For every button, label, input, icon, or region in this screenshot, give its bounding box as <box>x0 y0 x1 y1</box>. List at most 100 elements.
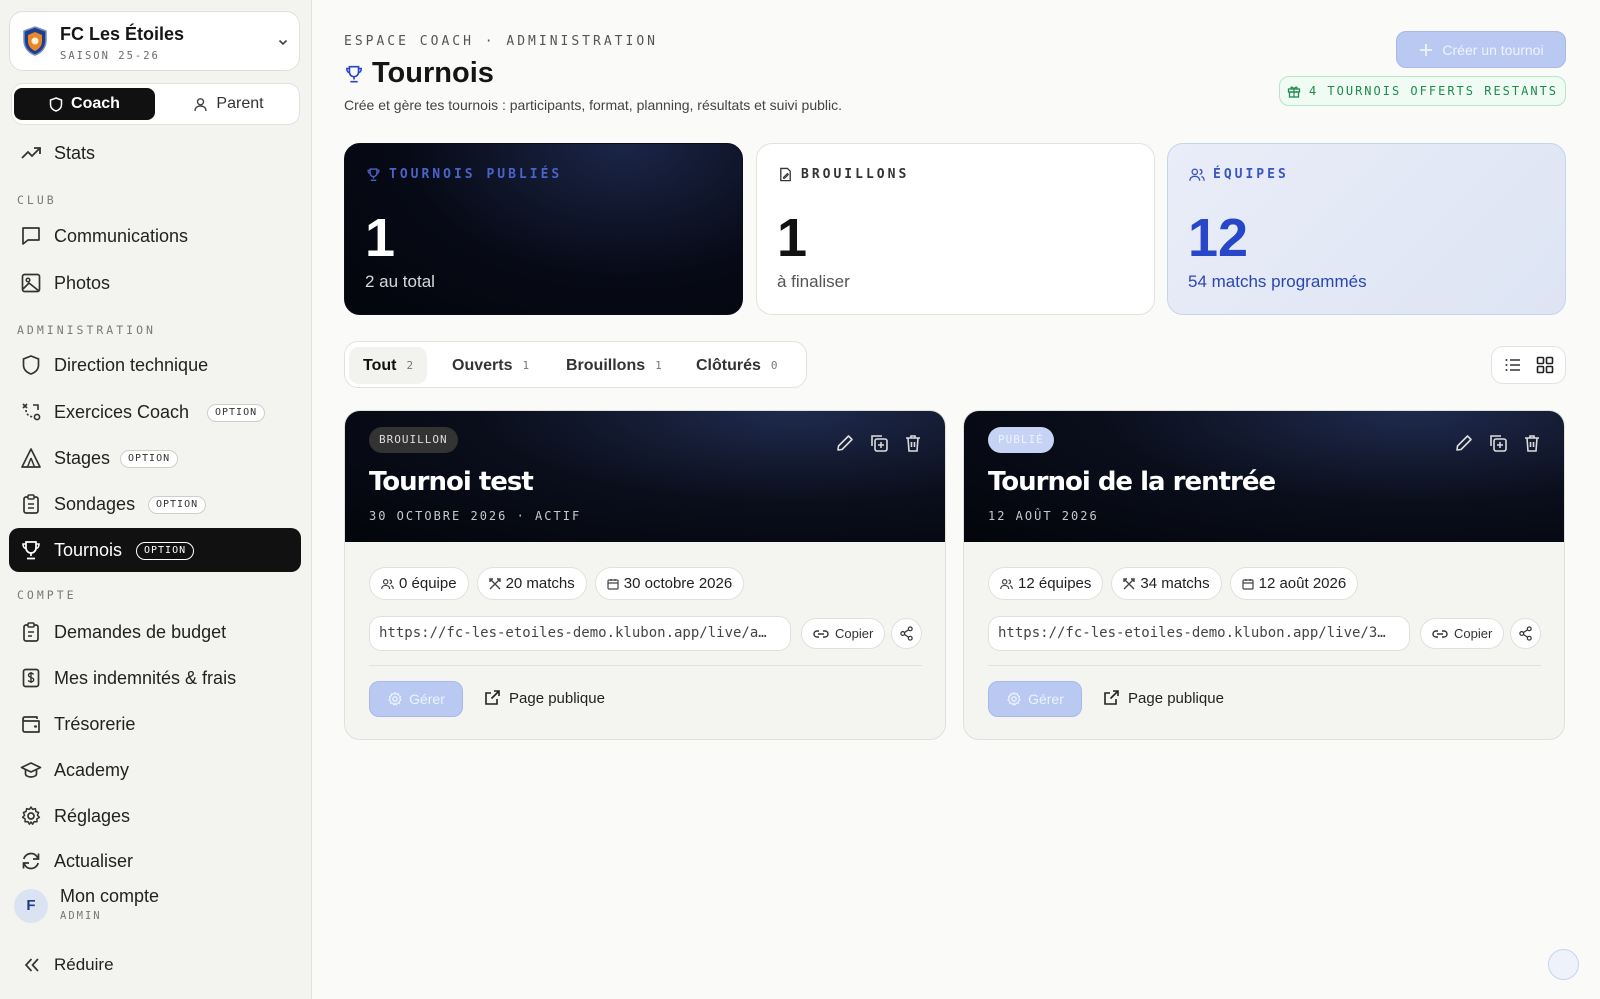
stat-label: ÉQUIPES <box>1213 167 1289 182</box>
sidebar-item-label: Photos <box>54 273 111 293</box>
external-link-icon <box>483 689 501 707</box>
club-crest-icon <box>22 26 48 56</box>
mode-coach-button[interactable]: Coach <box>14 88 155 120</box>
swords-icon <box>1123 577 1136 590</box>
share-button[interactable] <box>891 618 922 649</box>
sidebar-item-label: Direction technique <box>54 355 209 375</box>
share-button[interactable] <box>1510 618 1541 649</box>
gear-icon <box>387 691 403 707</box>
chevron-down-icon <box>277 36 289 48</box>
tab-tout[interactable]: Tout 2 <box>349 347 428 384</box>
section-label-administration: ADMINISTRATION <box>17 323 156 337</box>
tab-label: Brouillons <box>566 356 646 374</box>
stat-value: 12 <box>1188 208 1249 268</box>
refresh-icon <box>20 850 42 872</box>
sidebar-item-communications[interactable]: Communications <box>9 214 301 258</box>
sidebar-item-photos[interactable]: Photos <box>9 261 301 305</box>
view-toggle <box>1491 346 1566 384</box>
sidebar-item-demandes-budget[interactable]: Demandes de budget <box>9 610 301 654</box>
calendar-icon <box>1242 578 1254 590</box>
grid-view-icon[interactable] <box>1536 356 1554 374</box>
stat-sub: 2 au total <box>365 272 435 291</box>
mode-switch: Coach Parent <box>11 83 300 125</box>
wallet-icon <box>20 713 42 735</box>
tab-brouillons[interactable]: Brouillons 1 <box>552 347 676 384</box>
users-icon <box>381 578 394 590</box>
trash-icon[interactable] <box>1522 433 1542 453</box>
section-label-club: CLUB <box>17 193 57 207</box>
sidebar-item-stats[interactable]: Stats <box>9 131 301 175</box>
app-root: FC Les Étoiles SAISON 25-26 Coach Parent… <box>0 0 1600 999</box>
manage-button[interactable]: Gérer <box>988 681 1082 717</box>
mode-coach-label: Coach <box>71 95 120 112</box>
tournament-date: 30 octobre 2026 <box>623 575 733 592</box>
stat-sub: 54 matchs programmés <box>1188 272 1367 291</box>
public-page-link[interactable]: Page publique <box>483 689 605 707</box>
tournament-title: Tournoi de la rentrée <box>988 467 1276 497</box>
shield-icon <box>49 96 63 112</box>
mode-parent-button[interactable]: Parent <box>158 88 299 120</box>
copy-link-button[interactable]: Copier <box>801 618 886 649</box>
external-link-icon <box>1102 689 1120 707</box>
option-badge: OPTION <box>148 496 207 514</box>
date-pill: 30 octobre 2026 <box>594 567 745 600</box>
graduation-cap-icon <box>20 759 42 781</box>
teams-pill: 12 équipes <box>988 567 1104 600</box>
card-header: BROUILLON Tournoi test 30 OCTOBRE 2026 ·… <box>345 411 945 542</box>
stat-card-teams: ÉQUIPES 12 54 matchs programmés <box>1167 143 1566 315</box>
offers-badge: 4 TOURNOIS OFFERTS RESTANTS <box>1279 76 1566 106</box>
tournament-date-line: 30 OCTOBRE 2026 · ACTIF <box>369 509 582 523</box>
sidebar-item-label: Réglages <box>54 806 131 826</box>
sidebar-item-tournois[interactable]: Tournois OPTION <box>9 528 301 572</box>
duplicate-icon[interactable] <box>1488 433 1508 453</box>
manage-button[interactable]: Gérer <box>369 681 463 717</box>
link-icon <box>1432 629 1448 639</box>
sidebar-item-label: Communications <box>54 226 189 246</box>
sidebar-item-label: Sondages <box>54 494 136 514</box>
status-badge: PUBLIÉ <box>988 427 1054 453</box>
calendar-icon <box>607 578 619 590</box>
tab-clotures[interactable]: Clôturés 0 <box>682 347 792 384</box>
edit-icon[interactable] <box>835 433 855 453</box>
date-pill: 12 août 2026 <box>1229 567 1359 600</box>
public-page-link[interactable]: Page publique <box>1102 689 1224 707</box>
sidebar-item-academy[interactable]: Academy <box>9 748 301 792</box>
list-view-icon[interactable] <box>1504 356 1522 374</box>
clipboard-icon <box>20 621 42 643</box>
sidebar-item-label: Demandes de budget <box>54 622 227 642</box>
club-name: FC Les Étoiles <box>60 24 185 44</box>
user-icon <box>193 97 208 112</box>
tab-ouverts[interactable]: Ouverts 1 <box>438 347 543 384</box>
gift-icon <box>1287 84 1301 98</box>
sidebar-item-sondages[interactable]: Sondages OPTION <box>9 482 301 526</box>
teams-count: 12 équipes <box>1018 575 1092 592</box>
sidebar-item-direction-technique[interactable]: Direction technique <box>9 343 301 387</box>
manage-label: Gérer <box>409 691 445 707</box>
trophy-icon <box>344 64 364 84</box>
trash-icon[interactable] <box>903 433 923 453</box>
sidebar-item-reglages[interactable]: Réglages <box>9 794 301 838</box>
image-icon <box>20 272 42 294</box>
club-switcher[interactable]: FC Les Étoiles SAISON 25-26 <box>9 11 300 71</box>
stat-header: ÉQUIPES <box>1189 167 1289 182</box>
sidebar-item-actualiser[interactable]: Actualiser <box>9 839 301 883</box>
page-title-row: Tournois <box>344 57 494 90</box>
sidebar-item-exercices-coach[interactable]: Exercices Coach OPTION <box>9 390 301 434</box>
edit-icon[interactable] <box>1454 433 1474 453</box>
card-actions <box>835 433 923 453</box>
duplicate-icon[interactable] <box>869 433 889 453</box>
public-url-field[interactable]: https://fc-les-etoiles-demo.klubon.app/l… <box>988 616 1410 651</box>
collapse-sidebar-button[interactable]: Réduire <box>9 947 301 983</box>
help-bubble-button[interactable] <box>1548 949 1579 980</box>
option-badge: OPTION <box>136 542 195 560</box>
gear-icon <box>20 805 42 827</box>
tab-count: 2 <box>406 359 414 372</box>
tab-count: 1 <box>655 359 662 372</box>
copy-link-button[interactable]: Copier <box>1420 618 1505 649</box>
sidebar-item-indemnites[interactable]: Mes indemnités & frais <box>9 656 301 700</box>
public-url-field[interactable]: https://fc-les-etoiles-demo.klubon.app/l… <box>369 616 791 651</box>
sidebar-item-tresorerie[interactable]: Trésorerie <box>9 702 301 746</box>
users-icon <box>1000 578 1013 590</box>
create-tournament-button[interactable]: Créer un tournoi <box>1396 31 1566 68</box>
sidebar-item-stages[interactable]: Stages OPTION <box>9 436 301 480</box>
